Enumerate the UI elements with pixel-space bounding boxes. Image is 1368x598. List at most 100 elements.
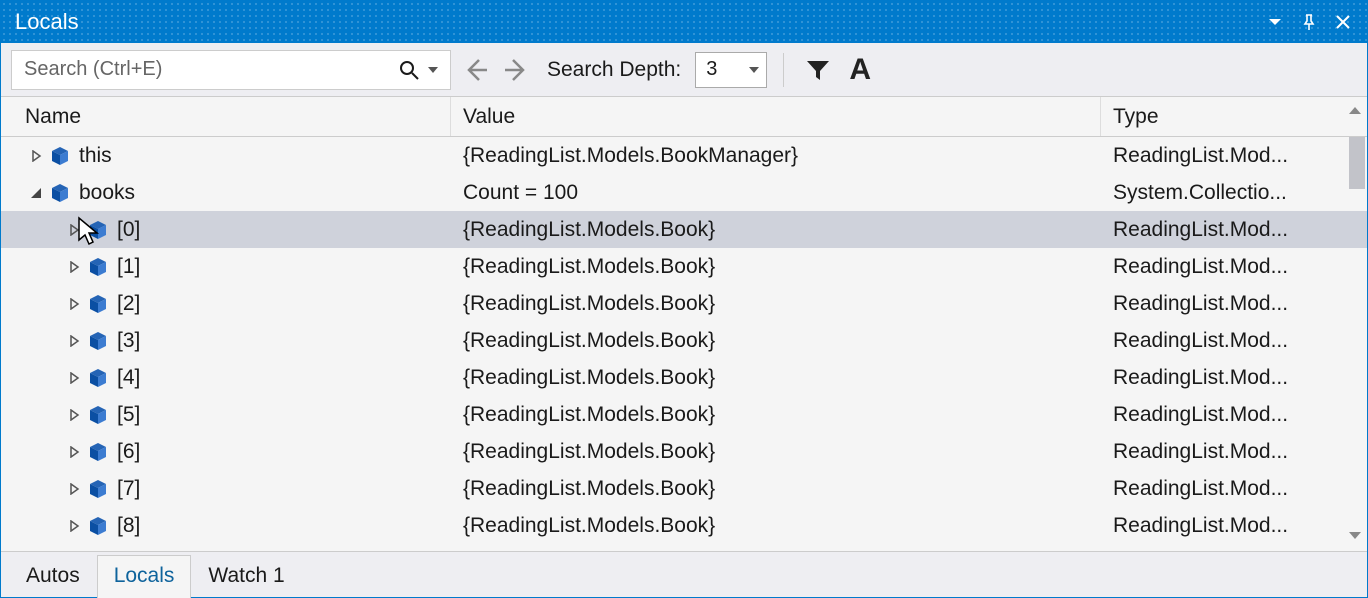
grid-row[interactable]: [0]{ReadingList.Models.Book}ReadingList.… — [1, 211, 1367, 248]
cell-name[interactable]: [1] — [1, 248, 451, 285]
cell-value[interactable]: {ReadingList.Models.BookManager} — [451, 137, 1101, 174]
search-options-dropdown-icon[interactable] — [422, 59, 444, 81]
object-icon — [87, 330, 109, 352]
scrollbar-thumb[interactable] — [1349, 137, 1365, 189]
cell-name[interactable]: books — [1, 174, 451, 211]
text-format-button[interactable]: A — [842, 52, 878, 88]
variable-name: [3] — [117, 329, 140, 353]
column-header-value[interactable]: Value — [451, 97, 1101, 136]
object-icon — [87, 256, 109, 278]
cell-value[interactable]: {ReadingList.Models.Book} — [451, 211, 1101, 248]
scrollbar[interactable] — [1349, 137, 1365, 551]
filter-icon[interactable] — [800, 52, 836, 88]
cell-name[interactable]: this — [1, 137, 451, 174]
cell-value[interactable]: {ReadingList.Models.Book} — [451, 396, 1101, 433]
pin-icon[interactable] — [1295, 8, 1323, 36]
bottom-tabs: AutosLocalsWatch 1 — [1, 551, 1367, 597]
cell-type[interactable]: ReadingList.Mod... — [1101, 396, 1367, 433]
grid-row[interactable]: [4]{ReadingList.Models.Book}ReadingList.… — [1, 359, 1367, 396]
cell-type[interactable]: ReadingList.Mod... — [1101, 211, 1367, 248]
grid-row[interactable]: [5] {ReadingList.Models.Book}ReadingList.… — [1, 396, 1367, 433]
cell-type[interactable]: ReadingList.Mod... — [1101, 507, 1367, 544]
cell-name[interactable]: [3] — [1, 322, 451, 359]
variable-name: [5] — [117, 403, 140, 427]
cell-name[interactable]: [4] — [1, 359, 451, 396]
expander-icon[interactable] — [67, 223, 81, 237]
expander-icon[interactable] — [67, 519, 81, 533]
cell-value[interactable]: {ReadingList.Models.Book} — [451, 470, 1101, 507]
grid-row[interactable]: books Count = 100System.Collectio... — [1, 174, 1367, 211]
search-depth-value: 3 — [706, 58, 748, 81]
cell-type[interactable]: ReadingList.Mod... — [1101, 433, 1367, 470]
expander-icon[interactable] — [67, 482, 81, 496]
cell-value[interactable]: {ReadingList.Models.Book} — [451, 248, 1101, 285]
cell-value[interactable]: {ReadingList.Models.Book} — [451, 433, 1101, 470]
cell-type[interactable]: ReadingList.Mod... — [1101, 470, 1367, 507]
grid-row[interactable]: [1] {ReadingList.Models.Book}ReadingList.… — [1, 248, 1367, 285]
object-icon — [87, 404, 109, 426]
scroll-up-icon[interactable] — [1347, 101, 1363, 125]
cell-name[interactable]: [5] — [1, 396, 451, 433]
expander-icon[interactable] — [67, 260, 81, 274]
cell-type[interactable]: ReadingList.Mod... — [1101, 137, 1367, 174]
object-icon — [87, 515, 109, 537]
cell-value[interactable]: {ReadingList.Models.Book} — [451, 322, 1101, 359]
cell-name[interactable]: [2] — [1, 285, 451, 322]
object-icon — [87, 441, 109, 463]
window-options-icon[interactable] — [1261, 8, 1289, 36]
cell-name[interactable]: [8] — [1, 507, 451, 544]
object-icon — [49, 145, 71, 167]
search-input[interactable] — [22, 57, 398, 82]
cell-type[interactable]: ReadingList.Mod... — [1101, 322, 1367, 359]
cell-type[interactable]: ReadingList.Mod... — [1101, 248, 1367, 285]
cell-value[interactable]: {ReadingList.Models.Book} — [451, 507, 1101, 544]
grid-row[interactable]: [3] {ReadingList.Models.Book}ReadingList.… — [1, 322, 1367, 359]
search-depth-label: Search Depth: — [547, 58, 681, 82]
object-icon — [87, 478, 109, 500]
variable-name: [8] — [117, 514, 140, 538]
expander-icon[interactable] — [67, 297, 81, 311]
toolbar: Search Depth: 3 A — [1, 43, 1367, 97]
search-back-button[interactable] — [457, 52, 493, 88]
search-box[interactable] — [11, 50, 451, 90]
grid-row[interactable]: [6] {ReadingList.Models.Book}ReadingList.… — [1, 433, 1367, 470]
tab-watch-1[interactable]: Watch 1 — [191, 555, 301, 598]
column-header-type[interactable]: Type — [1101, 97, 1367, 136]
tab-locals[interactable]: Locals — [97, 555, 192, 598]
chevron-down-icon — [748, 64, 760, 76]
cell-name[interactable]: [7] — [1, 470, 451, 507]
search-icon[interactable] — [398, 59, 420, 81]
cell-value[interactable]: Count = 100 — [451, 174, 1101, 211]
expander-icon[interactable] — [67, 334, 81, 348]
cell-type[interactable]: ReadingList.Mod... — [1101, 285, 1367, 322]
variable-name: books — [79, 181, 135, 205]
close-icon[interactable] — [1329, 8, 1357, 36]
expander-icon[interactable] — [67, 371, 81, 385]
variable-name: [6] — [117, 440, 140, 464]
cell-name[interactable]: [6] — [1, 433, 451, 470]
cell-name[interactable]: [0] — [1, 211, 451, 248]
scroll-down-icon[interactable] — [1347, 526, 1363, 549]
object-icon — [87, 219, 109, 241]
expander-icon[interactable] — [67, 408, 81, 422]
column-header-name[interactable]: Name — [1, 97, 451, 136]
cell-type[interactable]: System.Collectio... — [1101, 174, 1367, 211]
cell-value[interactable]: {ReadingList.Models.Book} — [451, 285, 1101, 322]
expander-icon[interactable] — [67, 445, 81, 459]
expander-icon[interactable] — [29, 149, 43, 163]
tab-autos[interactable]: Autos — [9, 555, 97, 598]
grid-row[interactable]: this{ReadingList.Models.BookManager}Read… — [1, 137, 1367, 174]
grid-body[interactable]: this{ReadingList.Models.BookManager}Read… — [1, 137, 1367, 551]
cell-type[interactable]: ReadingList.Mod... — [1101, 359, 1367, 396]
object-icon — [49, 182, 71, 204]
grid-row[interactable]: [7]{ReadingList.Models.Book}ReadingList.… — [1, 470, 1367, 507]
cell-value[interactable]: {ReadingList.Models.Book} — [451, 359, 1101, 396]
grid-header: Name Value Type — [1, 97, 1367, 137]
expander-icon[interactable] — [29, 186, 43, 200]
locals-grid: Name Value Type this{ReadingList.Models.… — [1, 97, 1367, 551]
search-depth-dropdown[interactable]: 3 — [695, 52, 767, 88]
grid-row[interactable]: [8] {ReadingList.Models.Book}ReadingList.… — [1, 507, 1367, 544]
search-forward-button[interactable] — [499, 52, 535, 88]
variable-name: [1] — [117, 255, 140, 279]
grid-row[interactable]: [2]{ReadingList.Models.Book}ReadingList.… — [1, 285, 1367, 322]
